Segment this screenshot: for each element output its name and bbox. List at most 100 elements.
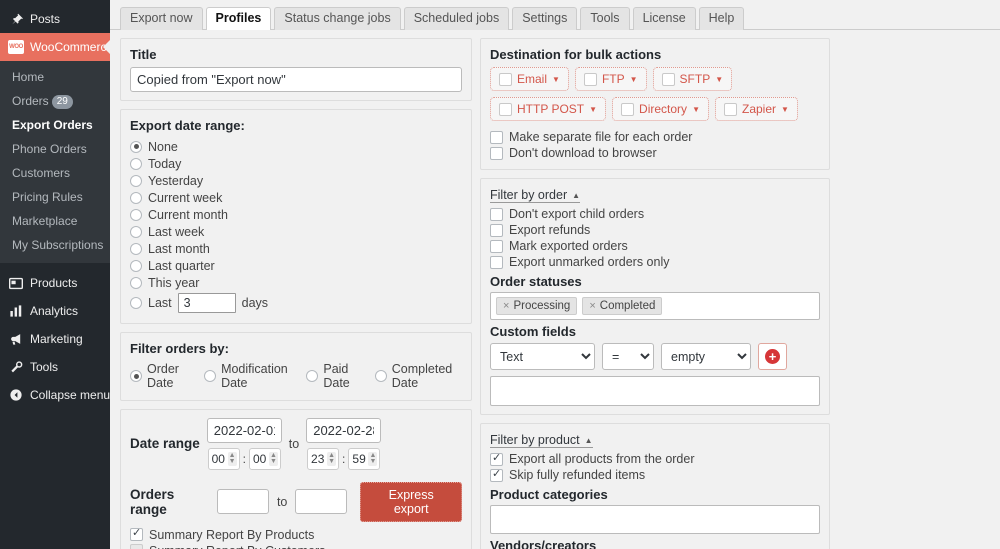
destination-ftp-button[interactable]: FTP ▼ bbox=[575, 67, 647, 91]
tab-export-now[interactable]: Export now bbox=[120, 7, 203, 30]
stepper-arrows-icon[interactable]: ▲▼ bbox=[327, 452, 336, 466]
to-hour-stepper[interactable]: 23 ▲▼ bbox=[307, 448, 339, 470]
date-range-option-today[interactable]: Today bbox=[130, 155, 462, 172]
chevron-down-icon[interactable]: ▼ bbox=[715, 75, 723, 84]
destination-http-post-button[interactable]: HTTP POST ▼ bbox=[490, 97, 606, 121]
filter-option-paid-date[interactable]: Paid Date bbox=[306, 361, 364, 392]
sidebar-item-export-orders[interactable]: Export Orders bbox=[0, 113, 110, 137]
destination-zapier-button[interactable]: Zapier ▼ bbox=[715, 97, 798, 121]
filter-option-order-date[interactable]: Order Date bbox=[130, 361, 194, 392]
tag-processing[interactable]: × Processing bbox=[496, 297, 577, 315]
summary-report-by-customers-row[interactable]: Summary Report By Customers bbox=[130, 543, 462, 549]
orders-range-to-input[interactable] bbox=[295, 489, 347, 514]
sidebar-item-my-subscriptions[interactable]: My Subscriptions bbox=[0, 233, 110, 257]
date-range-from-input[interactable] bbox=[207, 418, 282, 443]
orders-range-from-input[interactable] bbox=[217, 489, 269, 514]
date-range-option-last-quarter[interactable]: Last quarter bbox=[130, 257, 462, 274]
sidebar-item-marketplace[interactable]: Marketplace bbox=[0, 209, 110, 233]
date-range-option-this-year[interactable]: This year bbox=[130, 274, 462, 291]
skip-fully-refunded-items-row[interactable]: Skip fully refunded items bbox=[490, 467, 820, 483]
tab-help[interactable]: Help bbox=[699, 7, 745, 30]
summary-report-by-products-row[interactable]: Summary Report By Products bbox=[130, 527, 462, 543]
from-hour-stepper[interactable]: 00 ▲▼ bbox=[208, 448, 240, 470]
chevron-down-icon[interactable]: ▼ bbox=[552, 75, 560, 84]
chevron-up-icon[interactable]: ▲ bbox=[572, 191, 580, 200]
tab-scheduled-jobs[interactable]: Scheduled jobs bbox=[404, 7, 509, 30]
custom-field-type-select[interactable]: Text bbox=[490, 343, 595, 370]
sidebar-item-products[interactable]: Products bbox=[0, 269, 110, 297]
express-export-button[interactable]: Express export bbox=[360, 482, 462, 522]
chevron-down-icon[interactable]: ▼ bbox=[781, 105, 789, 114]
stepper-arrows-icon[interactable]: ▲▼ bbox=[368, 452, 377, 466]
date-range-option-last-week[interactable]: Last week bbox=[130, 223, 462, 240]
date-range-option-last-n-days[interactable]: Last days bbox=[130, 291, 462, 315]
tag-completed[interactable]: × Completed bbox=[582, 297, 662, 315]
export-unmarked-orders-only-row[interactable]: Export unmarked orders only bbox=[490, 254, 820, 270]
order-statuses-field[interactable]: × Processing × Completed bbox=[490, 292, 820, 320]
sidebar-item-home[interactable]: Home bbox=[0, 65, 110, 89]
radio-indicator bbox=[130, 209, 142, 221]
destination-email-button[interactable]: Email ▼ bbox=[490, 67, 569, 91]
make-separate-file-row[interactable]: Make separate file for each order bbox=[490, 129, 820, 145]
chevron-down-icon[interactable]: ▼ bbox=[630, 75, 638, 84]
sidebar-item-collapse-menu[interactable]: Collapse menu bbox=[0, 381, 110, 409]
checkbox-indicator[interactable] bbox=[621, 103, 634, 116]
stepper-arrows-icon[interactable]: ▲▼ bbox=[228, 452, 237, 466]
mark-exported-orders-row[interactable]: Mark exported orders bbox=[490, 238, 820, 254]
last-days-input[interactable] bbox=[178, 293, 236, 313]
profile-title-input[interactable] bbox=[130, 67, 462, 92]
filter-by-product-header[interactable]: Filter by product ▲ bbox=[490, 433, 593, 448]
chevron-down-icon[interactable]: ▼ bbox=[589, 105, 597, 114]
add-custom-field-button[interactable]: + bbox=[758, 343, 787, 370]
sidebar-item-woocommerce[interactable]: WOO WooCommerce bbox=[0, 33, 110, 61]
custom-field-value-select[interactable]: empty bbox=[661, 343, 751, 370]
sidebar-item-analytics[interactable]: Analytics bbox=[0, 297, 110, 325]
sidebar-item-posts[interactable]: Posts bbox=[0, 5, 110, 33]
destination-sftp-button[interactable]: SFTP ▼ bbox=[653, 67, 733, 91]
custom-fields-value-box[interactable] bbox=[490, 376, 820, 406]
stepper-arrows-icon[interactable]: ▲▼ bbox=[269, 452, 278, 466]
checkbox-indicator[interactable] bbox=[499, 73, 512, 86]
time-colon: : bbox=[342, 452, 345, 466]
filter-by-order-header[interactable]: Filter by order ▲ bbox=[490, 188, 580, 203]
checkbox-indicator[interactable] bbox=[584, 73, 597, 86]
checkbox-indicator[interactable] bbox=[724, 103, 737, 116]
tab-profiles[interactable]: Profiles bbox=[206, 7, 272, 30]
sidebar-item-customers[interactable]: Customers bbox=[0, 161, 110, 185]
checkbox-indicator[interactable] bbox=[499, 103, 512, 116]
date-range-option-yesterday[interactable]: Yesterday bbox=[130, 172, 462, 189]
product-categories-field[interactable] bbox=[490, 505, 820, 534]
date-range-option-none[interactable]: None bbox=[130, 138, 462, 155]
tab-tools[interactable]: Tools bbox=[580, 7, 629, 30]
chevron-down-icon[interactable]: ▼ bbox=[692, 105, 700, 114]
custom-field-operator-select[interactable]: = bbox=[602, 343, 654, 370]
filter-option-modification-date[interactable]: Modification Date bbox=[204, 361, 296, 392]
sidebar-item-orders[interactable]: Orders29 bbox=[0, 89, 110, 113]
tab-settings[interactable]: Settings bbox=[512, 7, 577, 30]
filter-orders-by-label: Filter orders by: bbox=[130, 341, 462, 356]
destination-directory-button[interactable]: Directory ▼ bbox=[612, 97, 709, 121]
from-minute-stepper[interactable]: 00 ▲▼ bbox=[249, 448, 281, 470]
date-range-option-current-month[interactable]: Current month bbox=[130, 206, 462, 223]
destination-label: HTTP POST bbox=[517, 102, 584, 116]
remove-tag-icon[interactable]: × bbox=[589, 300, 595, 312]
date-range-option-current-week[interactable]: Current week bbox=[130, 189, 462, 206]
sidebar-item-pricing-rules[interactable]: Pricing Rules bbox=[0, 185, 110, 209]
export-refunds-row[interactable]: Export refunds bbox=[490, 222, 820, 238]
to-minute-stepper[interactable]: 59 ▲▼ bbox=[348, 448, 380, 470]
tab-license[interactable]: License bbox=[633, 7, 696, 30]
tab-status-change-jobs[interactable]: Status change jobs bbox=[274, 7, 400, 30]
checkbox-indicator[interactable] bbox=[662, 73, 675, 86]
date-range-option-last-month[interactable]: Last month bbox=[130, 240, 462, 257]
sidebar-item-tools[interactable]: Tools bbox=[0, 353, 110, 381]
dont-export-child-orders-row[interactable]: Don't export child orders bbox=[490, 206, 820, 222]
remove-tag-icon[interactable]: × bbox=[503, 300, 509, 312]
filter-option-completed-date[interactable]: Completed Date bbox=[375, 361, 462, 392]
sidebar-item-phone-orders[interactable]: Phone Orders bbox=[0, 137, 110, 161]
collapse-arrow-icon bbox=[8, 387, 24, 403]
dont-download-to-browser-row[interactable]: Don't download to browser bbox=[490, 145, 820, 161]
export-all-products-row[interactable]: Export all products from the order bbox=[490, 451, 820, 467]
date-range-to-input[interactable] bbox=[306, 418, 381, 443]
sidebar-item-marketing[interactable]: Marketing bbox=[0, 325, 110, 353]
chevron-up-icon[interactable]: ▲ bbox=[585, 436, 593, 445]
